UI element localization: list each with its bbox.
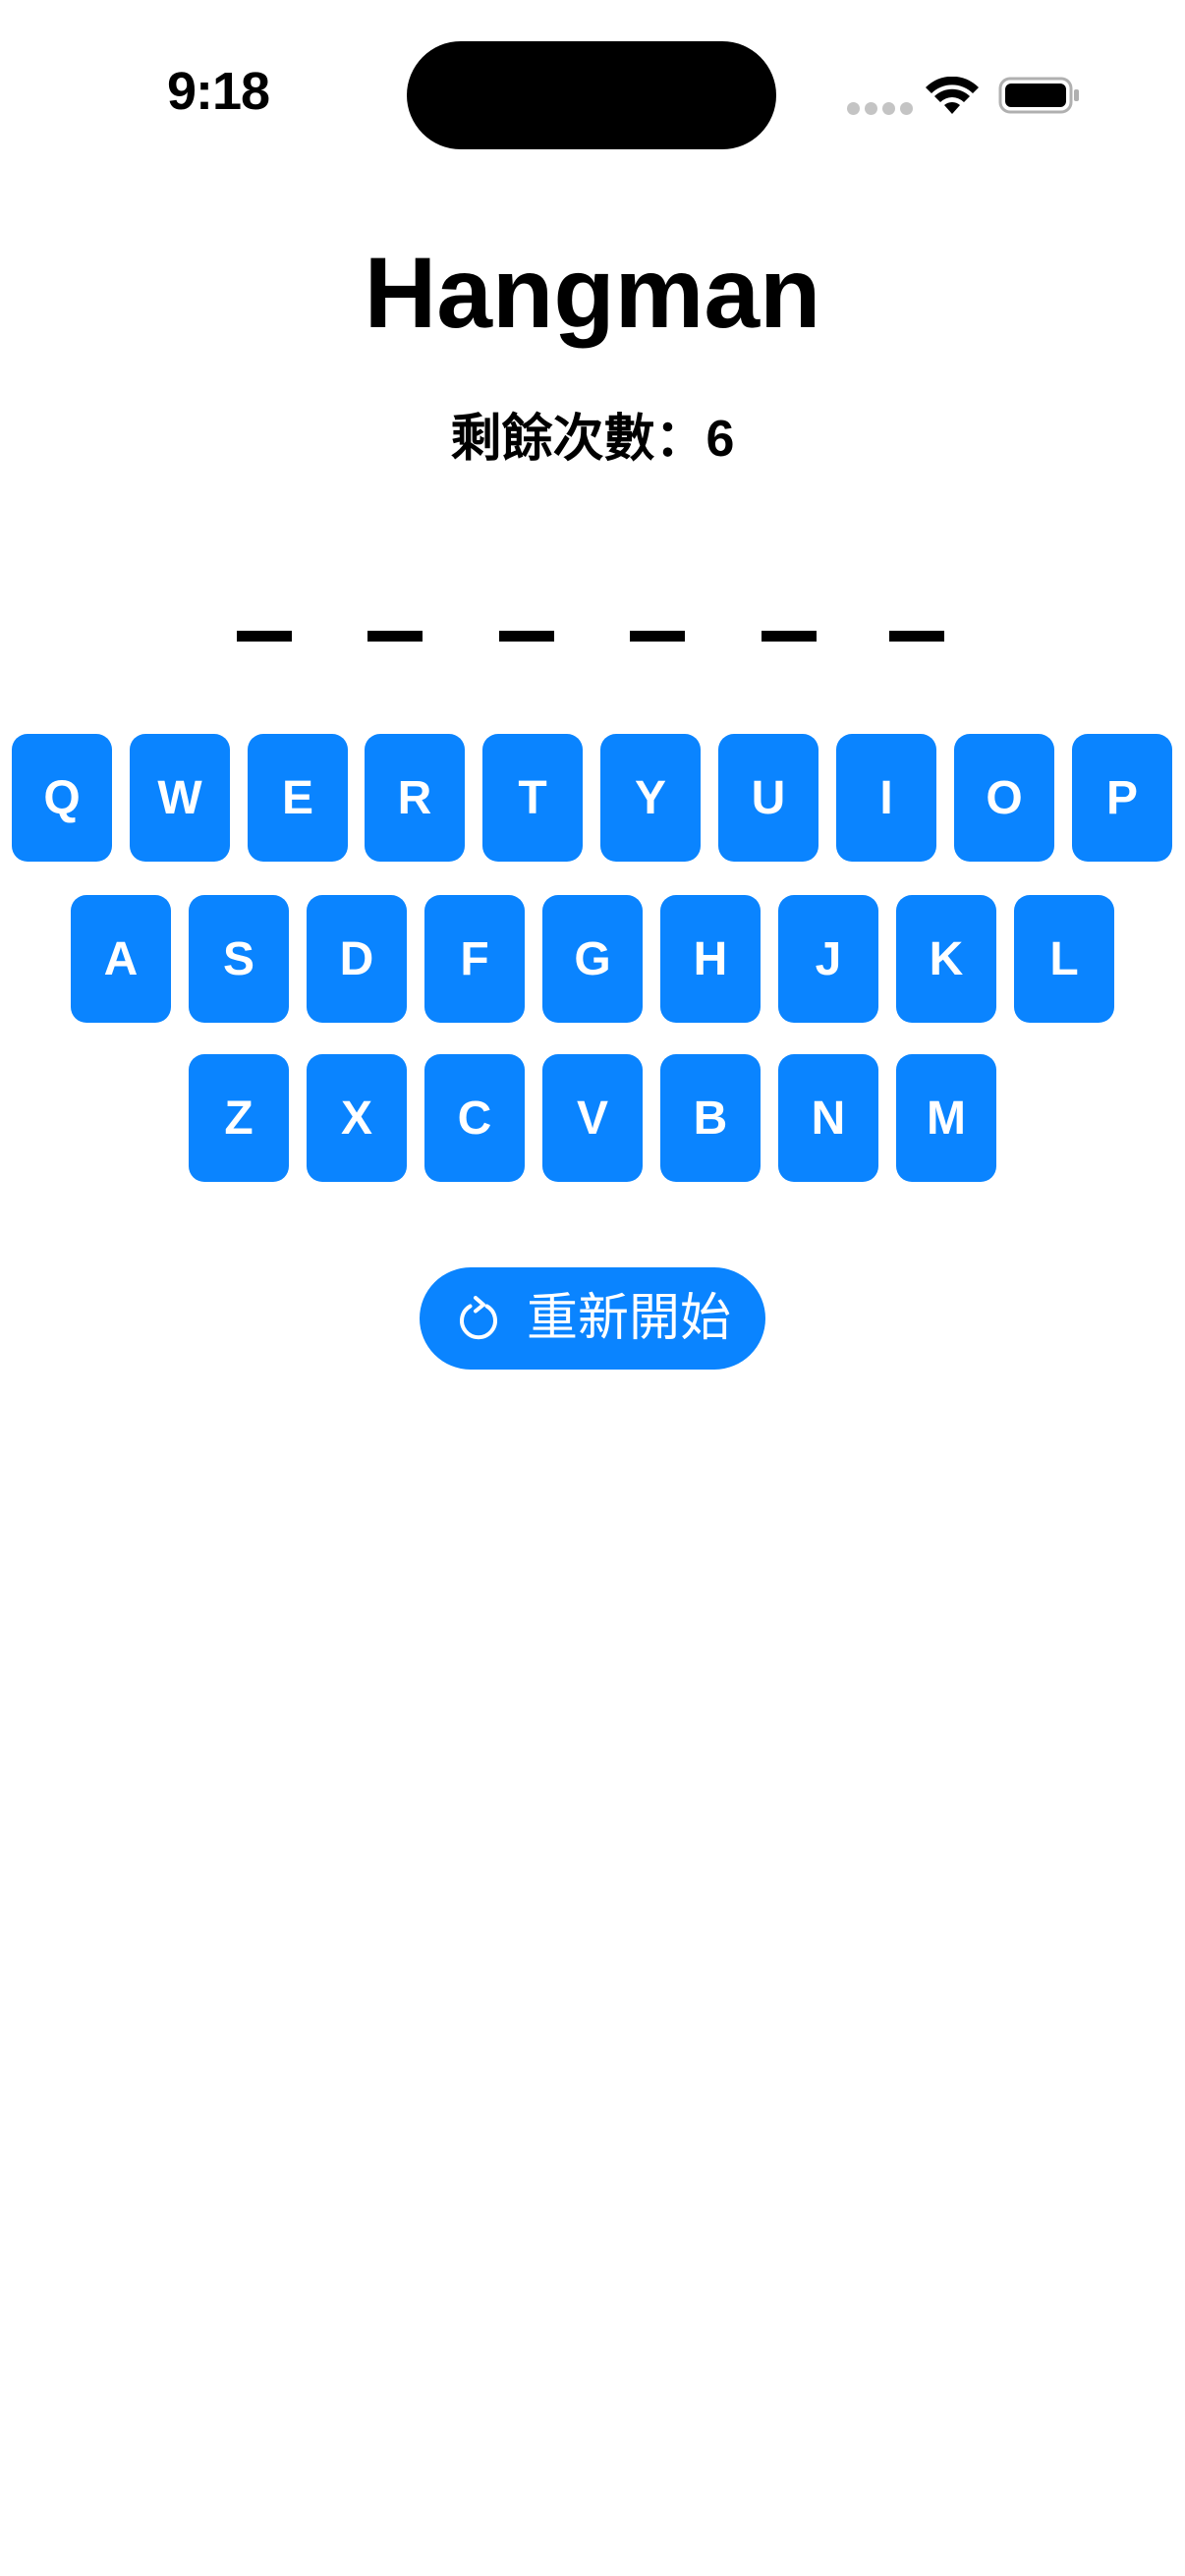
letter-blank (367, 631, 423, 642)
page-title: Hangman (364, 237, 821, 349)
key-u[interactable]: U (718, 734, 818, 862)
key-w[interactable]: W (130, 734, 230, 862)
key-z[interactable]: Z (189, 1054, 289, 1182)
key-c[interactable]: C (424, 1054, 525, 1182)
word-blanks (0, 631, 1185, 643)
letter-blank (630, 631, 685, 642)
key-q[interactable]: Q (12, 734, 112, 862)
key-l[interactable]: L (1014, 895, 1114, 1023)
key-s[interactable]: S (189, 895, 289, 1023)
letter-blank (237, 631, 292, 642)
key-b[interactable]: B (660, 1054, 761, 1182)
battery-icon (998, 77, 1079, 114)
key-v[interactable]: V (542, 1054, 643, 1182)
restart-button-label: 重新開始 (526, 1290, 731, 1347)
arrow-clockwise-icon (460, 1296, 497, 1340)
key-o[interactable]: O (954, 734, 1054, 862)
letter-blank (762, 631, 817, 642)
key-y[interactable]: Y (600, 734, 701, 862)
key-h[interactable]: H (660, 895, 761, 1023)
key-d[interactable]: D (307, 895, 407, 1023)
key-e[interactable]: E (248, 734, 348, 862)
key-r[interactable]: R (365, 734, 465, 862)
restart-button[interactable]: 重新開始 (420, 1267, 765, 1370)
remaining-attempts-label: 剩餘次數：6 (450, 411, 735, 468)
hangman-screen: 9:18 Hangman 剩餘次數：6 Q W E R T Y U I O P … (0, 0, 1185, 2576)
key-x[interactable]: X (307, 1054, 407, 1182)
status-time: 9:18 (167, 62, 270, 121)
cellular-dots-icon (847, 102, 913, 115)
key-k[interactable]: K (896, 895, 996, 1023)
key-p[interactable]: P (1072, 734, 1172, 862)
key-j[interactable]: J (778, 895, 878, 1023)
dynamic-island (407, 41, 776, 149)
key-i[interactable]: I (836, 734, 936, 862)
key-m[interactable]: M (896, 1054, 996, 1182)
key-n[interactable]: N (778, 1054, 878, 1182)
letter-blank (499, 631, 554, 642)
key-a[interactable]: A (71, 895, 171, 1023)
key-t[interactable]: T (482, 734, 583, 862)
key-f[interactable]: F (424, 895, 525, 1023)
wifi-icon (926, 77, 979, 114)
key-g[interactable]: G (542, 895, 643, 1023)
letter-blank (889, 631, 944, 642)
